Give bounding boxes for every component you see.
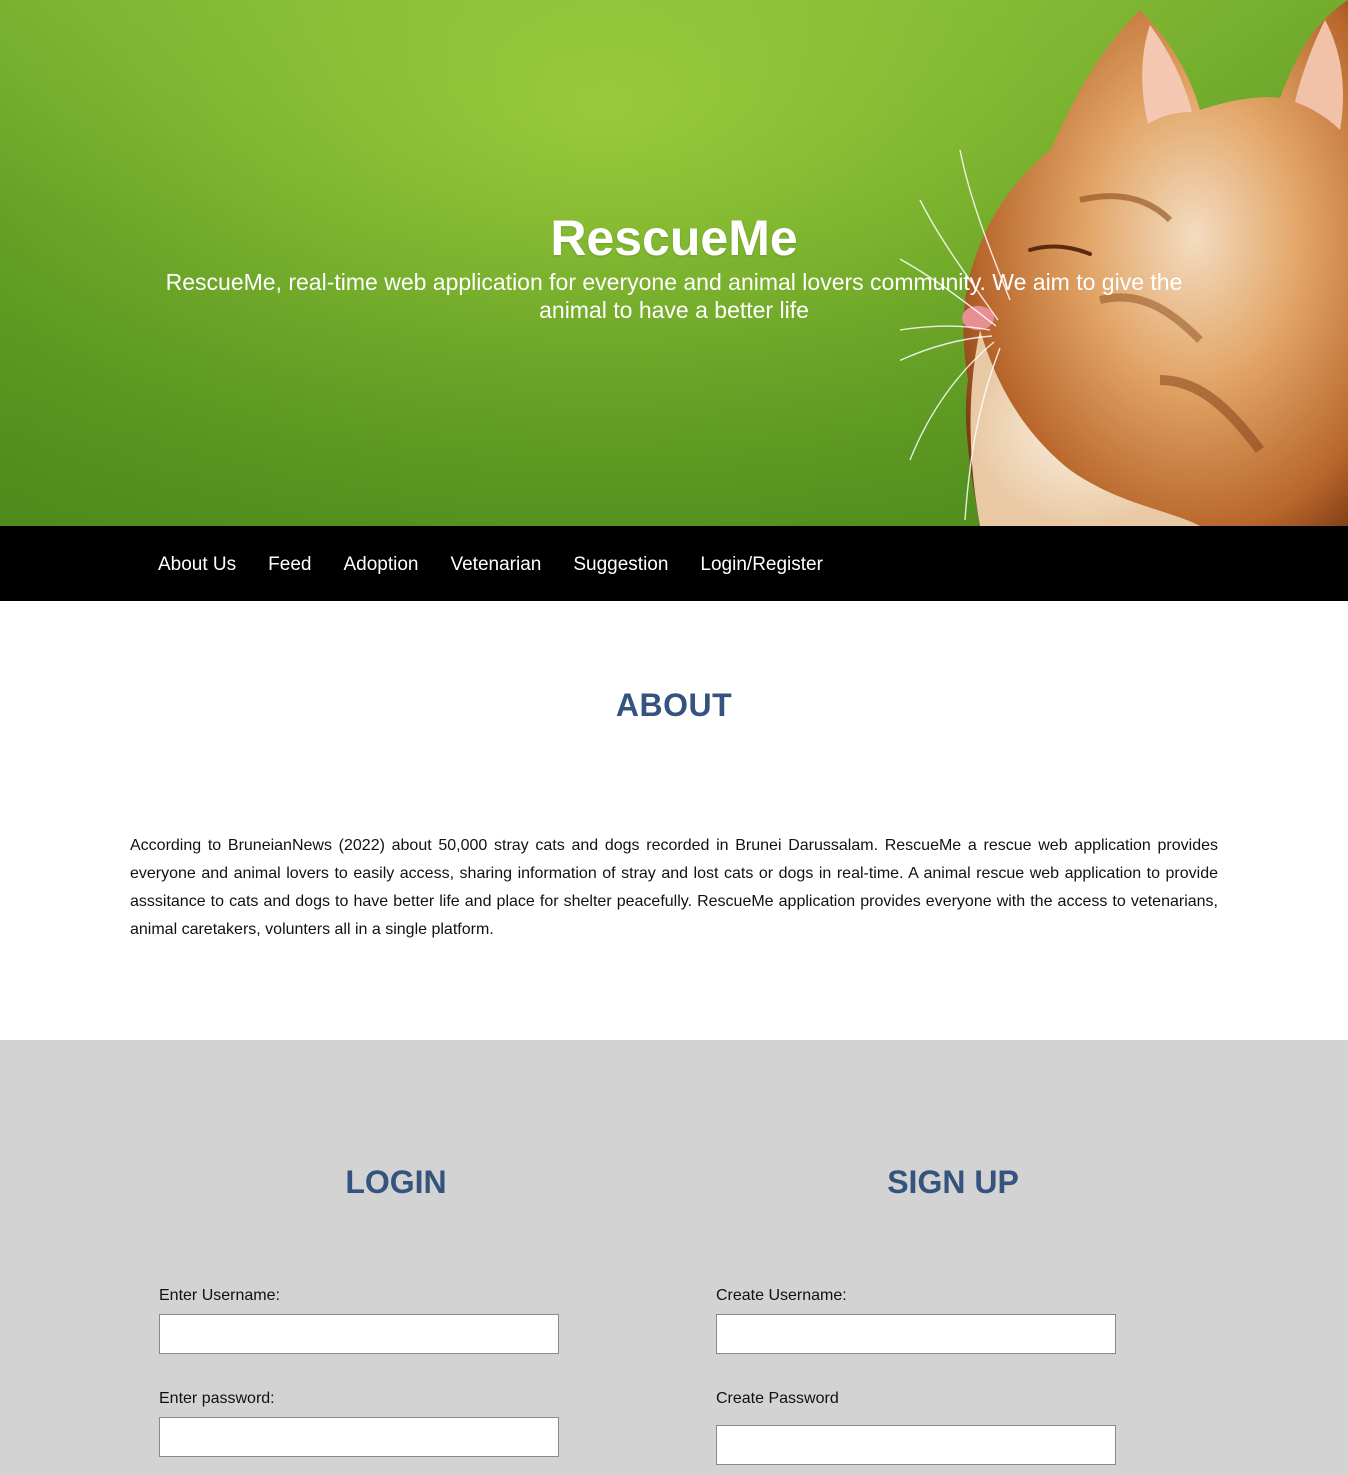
- login-heading: LOGIN: [345, 1164, 447, 1200]
- nav-login-register[interactable]: Login/Register: [684, 554, 839, 576]
- nav-adoption[interactable]: Adoption: [327, 554, 434, 576]
- login-username-input[interactable]: [159, 1314, 559, 1354]
- main-navbar: About Us Feed Adoption Vetenarian Sugges…: [0, 526, 1348, 601]
- site-title: RescueMe: [550, 210, 798, 266]
- nav-about-us[interactable]: About Us: [142, 554, 252, 576]
- signup-password-input[interactable]: [716, 1425, 1116, 1465]
- about-heading: ABOUT: [615, 687, 733, 723]
- nav-suggestion[interactable]: Suggestion: [557, 554, 684, 576]
- about-paragraph: According to BruneianNews (2022) about 5…: [130, 837, 1218, 938]
- signup-password-label: Create Password: [716, 1390, 839, 1407]
- nav-feed[interactable]: Feed: [252, 554, 327, 576]
- auth-section: LOGIN Enter Username: Enter password: SI…: [0, 1040, 1348, 1475]
- signup-username-label: Create Username:: [716, 1287, 847, 1304]
- login-username-label: Enter Username:: [159, 1287, 280, 1304]
- hero-banner: RescueMe RescueMe, real-time web applica…: [0, 0, 1348, 526]
- signup-heading: SIGN UP: [887, 1164, 1019, 1200]
- hero-text: RescueMe RescueMe, real-time web applica…: [0, 208, 1348, 324]
- login-password-label: Enter password:: [159, 1390, 275, 1407]
- site-tagline: RescueMe, real-time web application for …: [165, 269, 1183, 323]
- about-section: ABOUT According to BruneianNews (2022) a…: [0, 601, 1348, 1040]
- login-password-input[interactable]: [159, 1417, 559, 1457]
- nav-vetenarian[interactable]: Vetenarian: [434, 554, 557, 576]
- signup-username-input[interactable]: [716, 1314, 1116, 1354]
